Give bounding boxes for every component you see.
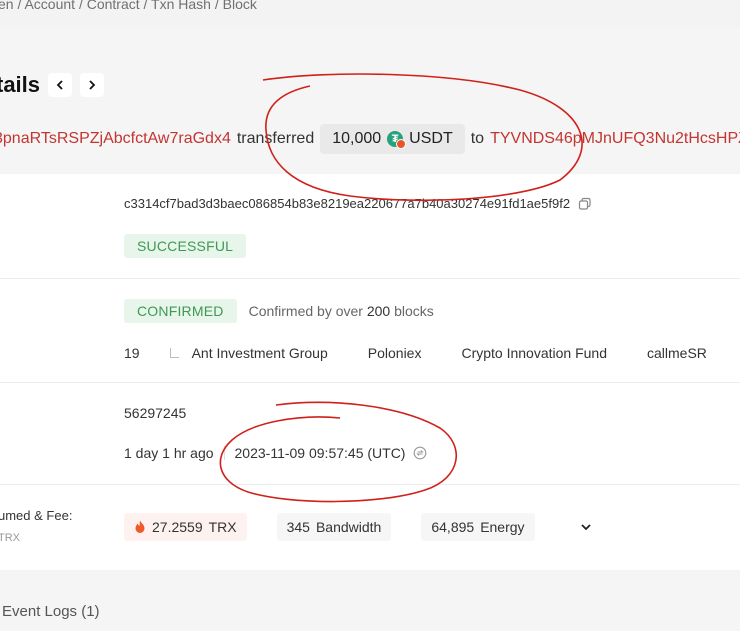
hash-row: c3314cf7bad3d3baec086854b83e8219ea220677… [124,196,592,211]
page-title: tails [0,72,41,97]
transaction-details-card [0,174,740,570]
sr-item[interactable]: Poloniex [368,345,422,361]
chevron-left-icon [56,80,63,90]
resources-chips: 27.2559 TRX 345 Bandwidth 64,895 Energy [124,513,593,541]
title-row: tails [0,72,105,98]
sr-item[interactable]: Ant Investment Group [192,345,328,361]
fire-icon [135,520,145,533]
event-logs-area [0,570,740,631]
time-age: 1 day 1 hr ago [124,445,214,461]
sr-count: 19 [124,345,140,361]
bandwidth-amount: 345 [286,519,310,535]
confirmation-row: CONFIRMED Confirmed by over 200 blocks [124,299,434,323]
resources-sub-label: TRX [0,532,20,544]
prev-transaction-button[interactable] [48,73,73,97]
fee-chip: 27.2559 TRX [124,513,247,541]
confirmed-prefix: Confirmed by over [248,303,363,319]
status-badge: SUCCESSFUL [124,234,247,258]
confirmed-suffix: blocks [394,303,434,319]
block-number-link[interactable]: 56297245 [124,405,186,421]
sr-item[interactable]: callmeSR [647,345,707,361]
fee-amount: 27.2559 [152,519,203,535]
energy-label: Energy [480,519,525,535]
tree-branch-icon [169,348,179,358]
tab-event-logs[interactable]: Event Logs (1) [2,603,100,620]
status-row: SUCCESSFUL [124,234,247,258]
confirmation-count: 200 [366,303,391,319]
fee-unit: TRX [208,519,237,535]
transferred-label: transferred [236,130,315,147]
breadcrumb: en / Account / Contract / Txn Hash / Blo… [0,0,257,12]
chevron-right-icon [89,80,96,90]
bandwidth-chip: 345 Bandwidth [276,513,392,541]
to-label: to [470,130,485,147]
divider [0,382,740,383]
to-address-link[interactable]: TYVNDS46pMJnUFQ3Nu2tHcsHPZ [490,130,740,148]
timestamp: 2023-11-09 09:57:45 (UTC) [234,445,406,461]
sr-item[interactable]: Crypto Innovation Fund [461,345,607,361]
time-row: 1 day 1 hr ago 2023-11-09 09:57:45 (UTC) [124,445,427,461]
usdt-token-icon: ₮ [387,131,407,149]
copy-icon[interactable] [578,197,592,211]
divider [0,278,740,279]
resources-fee-label: umed & Fee: [0,508,73,523]
bandwidth-label: Bandwidth [315,519,382,535]
confirmed-badge: CONFIRMED [124,299,237,323]
block-row: 56297245 [124,405,186,421]
transfer-summary: 3pnaRTsRSPZjAbcfctAw7raGdx4 transferred … [0,124,740,154]
confirmation-text: Confirmed by over 200 blocks [249,303,434,319]
energy-amount: 64,895 [431,519,475,535]
token-symbol-link[interactable]: USDT [409,130,453,148]
from-address-link[interactable]: 3pnaRTsRSPZjAbcfctAw7raGdx4 [0,130,231,148]
resources-label: umed & Fee: [0,508,72,523]
energy-chip: 64,895 Energy [421,513,535,541]
resources-fee-sublabel: TRX [0,532,20,544]
divider [223,446,225,460]
token-amount-pill: 10,000 ₮ USDT [320,124,465,154]
chevron-down-icon[interactable] [579,520,593,534]
divider [0,484,740,485]
switch-time-icon[interactable] [413,446,427,460]
token-amount: 10,000 [332,130,382,147]
transaction-hash: c3314cf7bad3d3baec086854b83e8219ea220677… [124,196,571,211]
next-transaction-button[interactable] [80,73,105,97]
sr-list: 19 Ant Investment Group Poloniex Crypto … [124,345,707,361]
